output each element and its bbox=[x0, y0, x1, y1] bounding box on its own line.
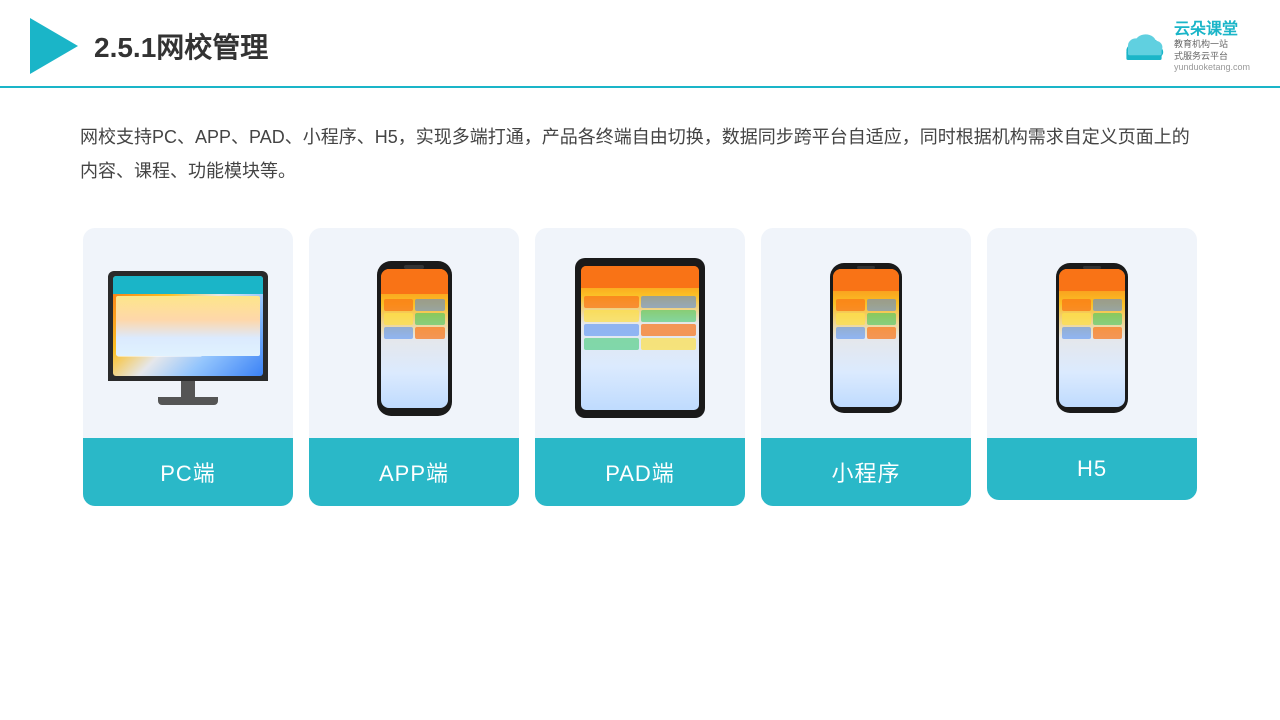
card-app: APP端 bbox=[309, 228, 519, 506]
miniapp-image-area bbox=[761, 228, 971, 438]
monitor-screen-outer bbox=[108, 271, 268, 381]
brand-url: yunduoketang.com bbox=[1174, 62, 1250, 72]
card-label-miniapp: 小程序 bbox=[761, 438, 971, 506]
card-label-pc: PC端 bbox=[83, 438, 293, 506]
tablet-screen bbox=[581, 266, 699, 410]
page-title: 2.5.1网校管理 bbox=[94, 26, 268, 66]
pad-image-area bbox=[535, 228, 745, 438]
phone-screen bbox=[381, 269, 448, 408]
device-cards-container: PC端 AP bbox=[0, 208, 1280, 526]
header-right: 云朵课堂 教育机构一站 式服务云平台 yunduoketang.com bbox=[1120, 20, 1250, 73]
tablet-outer bbox=[575, 258, 705, 418]
phone-device bbox=[377, 261, 452, 416]
header-left: 2.5.1网校管理 bbox=[30, 18, 268, 74]
card-pad: PAD端 bbox=[535, 228, 745, 506]
monitor-neck bbox=[181, 381, 195, 397]
h5-image-area bbox=[987, 228, 1197, 438]
smartphone-device-h5 bbox=[1056, 263, 1128, 413]
smartphone-outer-h5 bbox=[1056, 263, 1128, 413]
description-text: 网校支持PC、APP、PAD、小程序、H5，实现多端打通，产品各终端自由切换，数… bbox=[0, 88, 1280, 208]
brand-text: 云朵课堂 教育机构一站 式服务云平台 yunduoketang.com bbox=[1174, 20, 1250, 73]
app-image-area bbox=[309, 228, 519, 438]
cloud-icon bbox=[1120, 28, 1168, 64]
pc-image-area bbox=[83, 228, 293, 438]
brand-sub1: 教育机构一站 bbox=[1174, 39, 1228, 51]
card-miniapp: 小程序 bbox=[761, 228, 971, 506]
card-pc: PC端 bbox=[83, 228, 293, 506]
monitor-screen bbox=[113, 276, 263, 376]
smartphone-screen-h5 bbox=[1059, 269, 1125, 407]
brand-name: 云朵课堂 bbox=[1174, 20, 1238, 39]
card-label-app: APP端 bbox=[309, 438, 519, 506]
smartphone-screen bbox=[833, 269, 899, 407]
page-header: 2.5.1网校管理 云朵课堂 教育机构一站 式服务云平台 yunduoketan… bbox=[0, 0, 1280, 88]
brand-logo: 云朵课堂 教育机构一站 式服务云平台 yunduoketang.com bbox=[1120, 20, 1250, 73]
description-paragraph: 网校支持PC、APP、PAD、小程序、H5，实现多端打通，产品各终端自由切换，数… bbox=[80, 120, 1200, 188]
brand-sub2: 式服务云平台 bbox=[1174, 51, 1228, 63]
pc-monitor bbox=[108, 271, 268, 405]
card-h5: H5 bbox=[987, 228, 1197, 500]
smartphone-outer bbox=[830, 263, 902, 413]
card-label-pad: PAD端 bbox=[535, 438, 745, 506]
logo-triangle-icon bbox=[30, 18, 78, 74]
tablet-device bbox=[575, 258, 705, 418]
smartphone-device bbox=[830, 263, 902, 413]
monitor-base bbox=[158, 397, 218, 405]
phone-outer bbox=[377, 261, 452, 416]
card-label-h5: H5 bbox=[987, 438, 1197, 500]
